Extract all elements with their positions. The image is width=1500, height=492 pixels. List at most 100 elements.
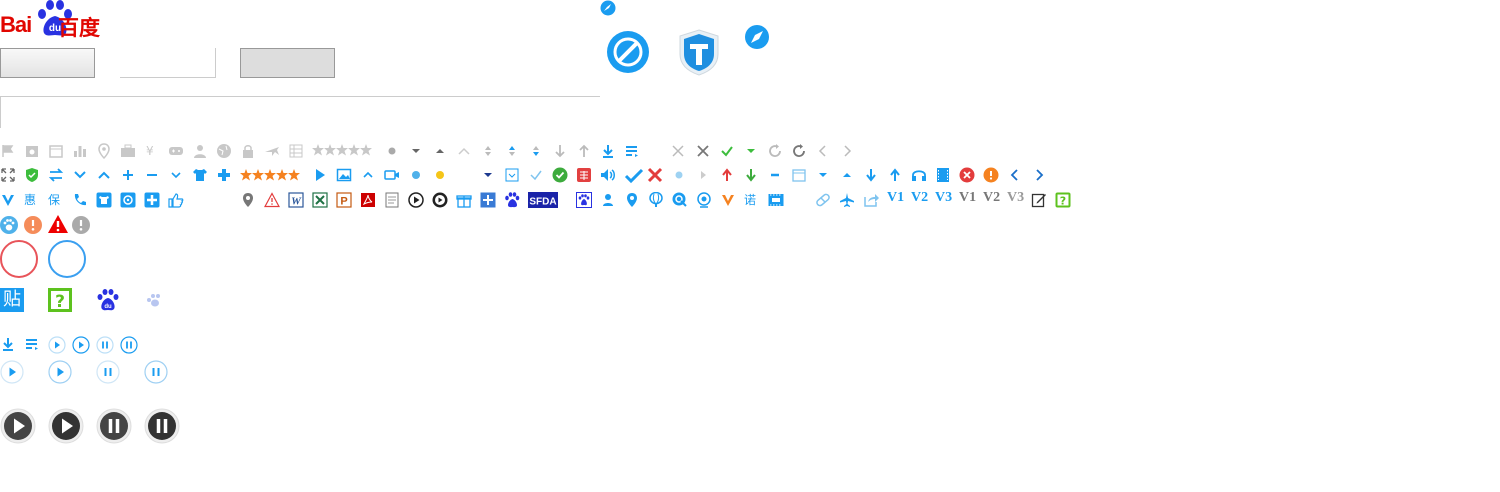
yen-icon: ¥: [146, 144, 154, 158]
caret-down-green-icon: [747, 149, 755, 153]
phone-icon[interactable]: [72, 192, 88, 208]
exclaim-circle-gray-icon: [72, 216, 90, 234]
location-pin-icon: [98, 143, 110, 159]
input-bar[interactable]: [0, 96, 600, 128]
check-green-icon: [721, 146, 733, 157]
warning-circle-orange-icon: [983, 167, 999, 183]
play-circle-large-dark-icon[interactable]: [48, 408, 84, 444]
minus-small-blue-icon[interactable]: [767, 167, 783, 183]
pause-circle-small-icon[interactable]: [120, 336, 138, 354]
refresh-light-icon[interactable]: [767, 143, 783, 159]
arrow-up-red-icon: [722, 168, 732, 181]
hui-text-icon: 惠: [24, 193, 37, 207]
edit-icon[interactable]: [1031, 192, 1047, 208]
chevron-left-gray-icon[interactable]: [815, 143, 831, 159]
sfda-badge: SFDA: [528, 192, 558, 208]
warning-triangle-outline-icon: [264, 192, 280, 208]
word-file-icon: W: [288, 192, 304, 208]
swap-icon[interactable]: [48, 167, 64, 183]
chat-search-icon[interactable]: [672, 192, 688, 208]
play-circle-medium-icon[interactable]: [48, 360, 72, 384]
baidu-logo: Bai du 百度: [0, 0, 120, 40]
share-icon[interactable]: [863, 192, 879, 208]
play-circle-small-icon[interactable]: [72, 336, 90, 354]
chevron-right-blue-icon[interactable]: [1031, 167, 1047, 183]
dot-yellow-icon: [436, 171, 444, 179]
pause-circle-large-dark-icon[interactable]: [144, 408, 180, 444]
playlist-small-icon[interactable]: [24, 336, 40, 352]
plus-blue-icon[interactable]: [120, 167, 136, 183]
chevron-down-blue-icon[interactable]: [72, 167, 88, 183]
play-triangle-icon[interactable]: [312, 167, 328, 183]
chevron-left-blue-icon[interactable]: [1007, 167, 1023, 183]
chevron-right-gray-icon[interactable]: [839, 143, 855, 159]
pause-circle-small-light-icon[interactable]: [96, 336, 114, 354]
plus-box-icon[interactable]: [144, 192, 160, 208]
checkbox-dropdown-icon[interactable]: [504, 167, 520, 183]
question-green-icon: ?: [1055, 192, 1071, 208]
globe-icon: [217, 144, 231, 158]
calendar-blue-icon[interactable]: [791, 167, 807, 183]
location-blue-icon: [627, 193, 637, 207]
play-circle-medium-light-icon[interactable]: [0, 360, 24, 384]
download-icon[interactable]: [600, 143, 616, 159]
caret-down-navy-icon[interactable]: [480, 167, 496, 183]
chevron-up-icon: [458, 147, 470, 155]
close-red-icon[interactable]: [647, 167, 663, 183]
close-dark-icon[interactable]: [695, 143, 711, 159]
warning-triangle-red-icon: [48, 215, 68, 233]
arrow-down-blue-icon[interactable]: [863, 167, 879, 183]
play-circle-large-icon[interactable]: [0, 408, 36, 444]
speaker-icon[interactable]: [600, 167, 616, 183]
pause-circle-medium-icon[interactable]: [144, 360, 168, 384]
v-orange-icon: [722, 195, 734, 206]
gamepad-icon: [169, 147, 183, 155]
excel-file-icon: [312, 192, 328, 208]
arrow-up-gray-icon: [579, 144, 589, 157]
refresh-dark-icon[interactable]: [791, 143, 807, 159]
plus-grid-icon[interactable]: [480, 192, 496, 208]
close-light-icon[interactable]: [670, 143, 686, 159]
shield-check-icon: [26, 168, 38, 182]
svg-text:?: ?: [1060, 195, 1066, 208]
logo-text-cjk: 百度: [58, 16, 100, 40]
button-3[interactable]: [240, 48, 335, 78]
caret-down-blue-icon[interactable]: [815, 167, 831, 183]
button-2[interactable]: [120, 48, 216, 78]
target-box-icon: [120, 192, 136, 208]
pause-circle-medium-light-icon[interactable]: [96, 360, 120, 384]
caret-down-icon: [412, 149, 420, 153]
nuo-text-icon: 诺: [744, 193, 757, 207]
chevron-up-blue-icon[interactable]: [96, 167, 112, 183]
bao-text-icon: 保: [48, 193, 61, 207]
webcam-icon: [697, 192, 711, 208]
play-circle-black-icon[interactable]: [408, 192, 424, 208]
v3-blue-icon: V3: [935, 190, 953, 205]
download-small-icon[interactable]: [0, 336, 16, 352]
button-1[interactable]: [0, 48, 95, 78]
rating-stars-orange: [240, 169, 300, 181]
arrow-up-blue-icon[interactable]: [887, 167, 903, 183]
sort-blue-down-icon: [533, 146, 539, 156]
minus-blue-icon[interactable]: [144, 167, 160, 183]
headphones-icon: [912, 170, 926, 181]
arrow-down-green-icon: [746, 169, 756, 182]
baidu-paw-small-icon: [505, 192, 520, 208]
thumbs-up-icon[interactable]: [168, 192, 184, 208]
play-circle-dark-icon[interactable]: [432, 192, 448, 208]
play-circle-small-light-icon[interactable]: [48, 336, 66, 354]
play-light-icon[interactable]: [695, 167, 711, 183]
pause-circle-large-icon[interactable]: [96, 408, 132, 444]
v2-gray-icon: V2: [983, 190, 1001, 205]
caret-up-small-blue-icon[interactable]: [839, 167, 855, 183]
close-circle-red-icon[interactable]: [959, 167, 975, 183]
dot-light-blue-icon: [675, 171, 683, 179]
expand-icon[interactable]: [0, 167, 16, 183]
camera-icon: [26, 146, 38, 157]
rating-stars-gray: [312, 144, 372, 156]
caret-up-blue-icon[interactable]: [360, 167, 376, 183]
playlist-icon[interactable]: [624, 143, 640, 159]
chevron-down-small-icon[interactable]: [168, 167, 184, 183]
gift-icon: [456, 195, 472, 208]
dot-gray-icon: [388, 147, 396, 155]
